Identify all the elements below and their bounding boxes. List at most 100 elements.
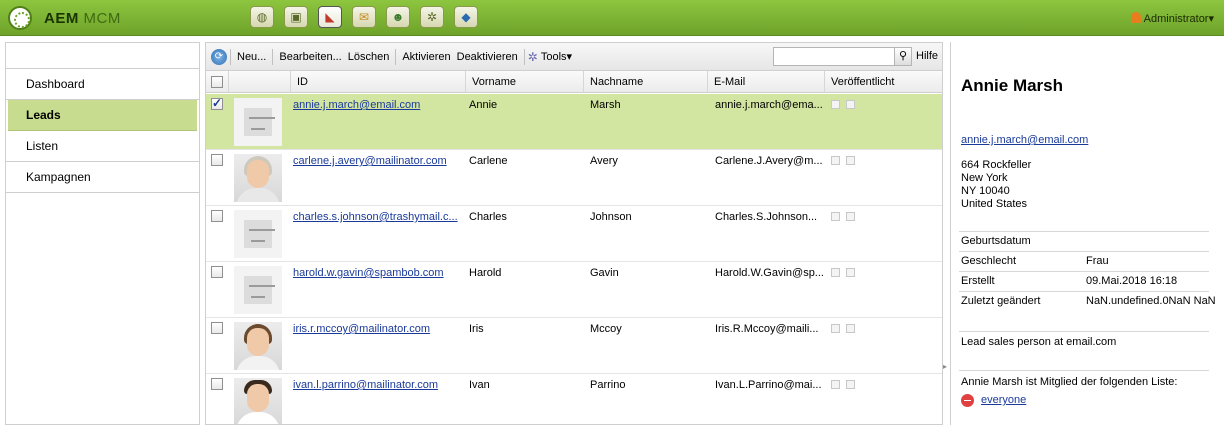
lead-name: Annie Marsh [961, 76, 1064, 95]
column-photo [229, 71, 291, 93]
table-row[interactable]: annie.j.march@email.com Annie Marsh anni… [206, 94, 942, 150]
published-checkbox [846, 324, 855, 333]
tools-button[interactable]: Tools▾ [538, 50, 575, 63]
avatar [234, 378, 282, 424]
row-checkbox[interactable] [211, 266, 223, 278]
published-checkbox [846, 268, 855, 277]
published-checkbox [846, 212, 855, 221]
row-checkbox[interactable] [211, 154, 223, 166]
edit-button[interactable]: Bearbeiten... [276, 51, 344, 63]
column-nachname[interactable]: Nachname [584, 71, 708, 93]
row-checkbox[interactable] [211, 378, 223, 390]
published-checkbox [831, 324, 840, 333]
lead-id-link[interactable]: charles.s.johnson@trashymail.c... [293, 211, 463, 223]
refresh-icon[interactable]: ⟳ [211, 48, 227, 65]
row-checkbox[interactable] [211, 96, 223, 110]
avatar [234, 322, 282, 370]
last-name: Johnson [590, 211, 632, 223]
lead-id-link[interactable]: annie.j.march@email.com [293, 99, 463, 111]
nav-item-listen[interactable]: Listen [6, 131, 199, 162]
first-name: Harold [469, 267, 502, 279]
megaphone-icon[interactable]: ◣ [318, 6, 342, 28]
first-name: Annie [469, 99, 498, 111]
top-bar: AEM MCM ◍ ▣ ◣ ✉ ☻ ✲ ◆ Administrator▾ [0, 0, 1224, 36]
last-name: Parrino [590, 379, 626, 391]
tools-icon: ✲ [527, 49, 538, 64]
avatar-placeholder [234, 210, 282, 258]
lead-address: 664 Rockfeller New York NY 10040 United … [961, 159, 1031, 211]
nav-item-kampagnen[interactable]: Kampagnen [6, 162, 199, 193]
avatar-placeholder [234, 266, 282, 314]
first-name: Iris [469, 323, 484, 335]
column-vorname[interactable]: Vorname [466, 71, 584, 93]
published-checkbox [831, 100, 840, 109]
nav-item-leads[interactable]: Leads [8, 100, 197, 131]
user-icon [1130, 12, 1141, 23]
select-all-checkbox[interactable] [211, 76, 223, 88]
left-nav: Dashboard Leads Listen Kampagnen [5, 42, 200, 425]
email-cell: Ivan.L.Parrino@mai... [715, 379, 822, 391]
delete-button[interactable]: Löschen [345, 51, 393, 63]
row-checkbox[interactable] [211, 322, 223, 334]
chevron-down-icon: ▾ [1208, 13, 1214, 25]
published-checkbox [846, 100, 855, 109]
globe-icon[interactable]: ◍ [250, 6, 274, 28]
table-row[interactable]: charles.s.johnson@trashymail.c... Charle… [206, 206, 942, 262]
panel-collapse-handle[interactable]: ▸ [943, 362, 950, 374]
grid-toolbar: ⟳ Neu... Bearbeiten... Löschen Aktiviere… [206, 43, 942, 71]
activate-button[interactable]: Aktivieren [399, 51, 453, 63]
published-checkbox [846, 156, 855, 165]
modified-value: NaN.undefined.0NaN NaN [1086, 295, 1216, 307]
lead-id-link[interactable]: harold.w.gavin@spambob.com [293, 267, 463, 279]
deactivate-button[interactable]: Deaktivieren [454, 51, 521, 63]
table-row[interactable]: harold.w.gavin@spambob.com Harold Gavin … [206, 262, 942, 318]
modified-label: Zuletzt geändert [961, 295, 1041, 307]
column-veroeffentlicht[interactable]: Veröffentlicht [825, 71, 942, 93]
help-button[interactable]: Hilfe [916, 50, 938, 62]
tag-icon[interactable]: ◆ [454, 6, 478, 28]
last-name: Avery [590, 155, 618, 167]
column-id[interactable]: ID [291, 71, 466, 93]
mail-icon[interactable]: ✉ [352, 6, 376, 28]
published-checkbox [831, 156, 840, 165]
address-line: United States [961, 198, 1028, 210]
aem-logo-icon[interactable] [8, 6, 32, 30]
table-row[interactable]: ivan.l.parrino@mailinator.com Ivan Parri… [206, 374, 942, 424]
address-line: New York [961, 172, 1008, 184]
sales-person: Lead sales person at email.com [961, 336, 1117, 348]
column-email[interactable]: E-Mail [708, 71, 825, 93]
search-icon[interactable]: ⚲ [894, 47, 912, 66]
lead-id-link[interactable]: carlene.j.avery@mailinator.com [293, 155, 463, 167]
birthday-label: Geburtsdatum [961, 235, 1031, 247]
search-input[interactable] [773, 47, 895, 66]
user-menu[interactable]: Administrator▾ [1130, 12, 1214, 25]
published-checkbox [831, 380, 840, 389]
first-name: Ivan [469, 379, 490, 391]
gender-value: Frau [1086, 255, 1109, 267]
gender-label: Geschlecht [961, 255, 1017, 267]
gear-icon[interactable]: ✲ [420, 6, 444, 28]
lead-id-link[interactable]: ivan.l.parrino@mailinator.com [293, 379, 463, 391]
published-checkbox [846, 380, 855, 389]
address-line: NY 10040 [961, 185, 1010, 197]
published-checkbox [831, 268, 840, 277]
lead-detail-panel: Annie Marsh annie.j.march@email.com 664 … [950, 42, 1224, 425]
grid-header: ID Vorname Nachname E-Mail Veröffentlich… [206, 71, 942, 93]
lead-email-link[interactable]: annie.j.march@email.com [961, 134, 1088, 146]
app-title: AEM MCM [44, 10, 121, 27]
email-cell: Carlene.J.Avery@m... [715, 155, 823, 167]
nav-item-dashboard[interactable]: Dashboard [6, 69, 199, 100]
table-row[interactable]: carlene.j.avery@mailinator.com Carlene A… [206, 150, 942, 206]
email-cell: Charles.S.Johnson... [715, 211, 818, 223]
new-button[interactable]: Neu... [234, 51, 269, 63]
avatar-placeholder [234, 98, 282, 146]
table-row[interactable]: iris.r.mccoy@mailinator.com Iris Mccoy I… [206, 318, 942, 374]
camera-icon[interactable]: ▣ [284, 6, 308, 28]
avatar [234, 154, 282, 202]
address-line: 664 Rockfeller [961, 159, 1032, 171]
list-link[interactable]: everyone [981, 394, 1026, 406]
users-icon[interactable]: ☻ [386, 6, 410, 28]
remove-from-list-icon[interactable] [961, 394, 974, 407]
row-checkbox[interactable] [211, 210, 223, 222]
lead-id-link[interactable]: iris.r.mccoy@mailinator.com [293, 323, 463, 335]
